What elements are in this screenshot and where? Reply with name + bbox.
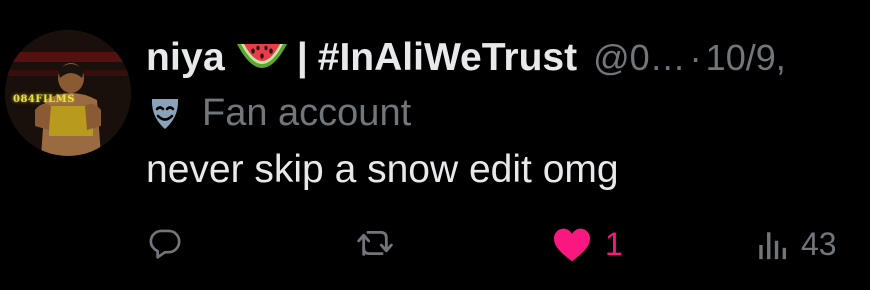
name-hashtag: #InAliWeTrust — [317, 36, 578, 79]
views-icon — [759, 231, 787, 259]
retweet-icon — [357, 230, 393, 256]
tweet-header: niya | #InAliWeTrust @0… · 10/9, — [146, 30, 870, 86]
avatar-caption: 084FILMS — [13, 94, 75, 105]
tweet[interactable]: 084FILMS niya | #InAliWeTrust @0… · 10/9… — [0, 0, 870, 290]
header-dot: · — [689, 37, 702, 78]
heart-icon — [554, 228, 590, 261]
tweet-text: never skip a snow edit omg — [146, 148, 619, 191]
views-button[interactable]: 43 — [755, 226, 837, 263]
display-name[interactable]: niya — [146, 36, 225, 80]
views-count: 43 — [801, 226, 837, 262]
user-handle[interactable]: @0… — [593, 37, 686, 79]
retweet-button[interactable] — [355, 226, 403, 260]
tweet-date[interactable]: 10/9, — [706, 37, 786, 79]
account-label-text: Fan account — [202, 92, 412, 134]
avatar-image — [5, 30, 131, 156]
like-button[interactable]: 1 — [551, 226, 623, 263]
name-separator: | — [296, 36, 308, 79]
account-label: Fan account — [146, 92, 411, 135]
theater-mask-icon — [146, 95, 184, 133]
avatar[interactable]: 084FILMS — [5, 30, 131, 156]
reply-icon — [149, 229, 181, 259]
reply-button[interactable] — [148, 226, 190, 260]
like-count: 1 — [605, 226, 623, 262]
watermelon-emoji-icon — [235, 38, 289, 78]
